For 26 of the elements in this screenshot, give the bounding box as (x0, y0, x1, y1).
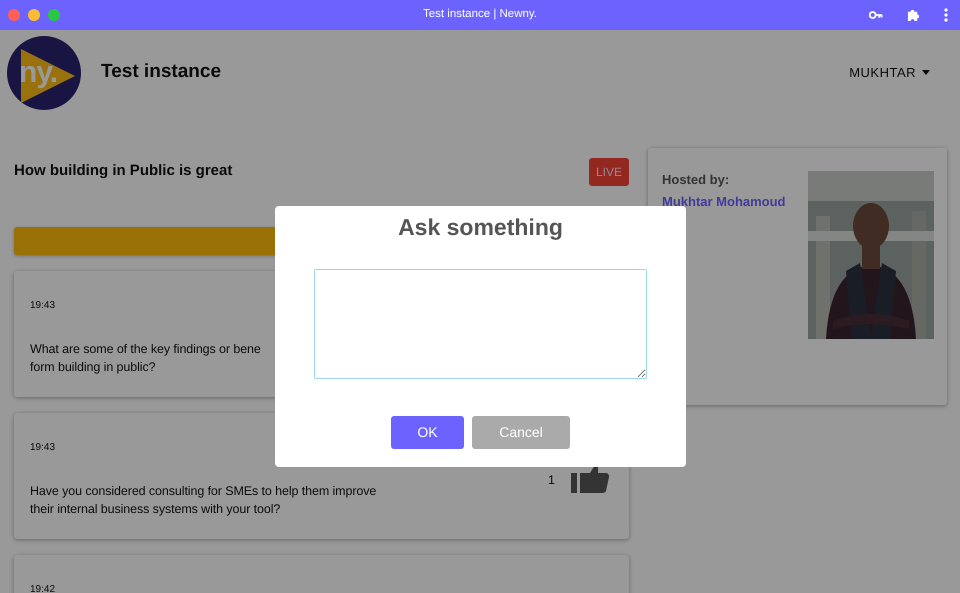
question-text-line: Have you considered consulting for SMEs to help them improve (30, 483, 378, 500)
question-text-line: their internal business systems with your tool? (30, 501, 282, 518)
logo-text: ny. (19, 54, 58, 90)
app-title: Test instance (101, 60, 222, 84)
window-title: Test instance | Newny. (423, 7, 537, 22)
cancel-button[interactable]: Cancel (472, 416, 570, 449)
thumbs-up-icon[interactable] (571, 465, 609, 493)
question-time: 19:42 (30, 583, 56, 593)
vote-count: 1 (548, 472, 555, 489)
caret-icon (922, 70, 930, 75)
dialog-title: Ask something (397, 214, 564, 242)
puzzle-icon[interactable] (907, 8, 920, 22)
key-icon[interactable] (869, 9, 883, 21)
session-title: How building in Public is great (14, 161, 232, 181)
window-minimize-button[interactable] (28, 9, 40, 21)
live-badge: LIVE (588, 158, 629, 186)
host-label: Hosted by: (662, 171, 730, 189)
host-name-link[interactable]: Mukhtar Mohamoud (662, 194, 786, 208)
more-menu-icon[interactable] (944, 8, 948, 22)
user-menu[interactable]: MUKHTAR (849, 62, 930, 82)
question-text-line: form building in public? (30, 359, 156, 376)
question-time: 19:43 (30, 441, 56, 455)
question-input-field[interactable] (314, 268, 647, 379)
question-time: 19:43 (30, 299, 56, 313)
ok-button[interactable]: OK (391, 416, 464, 449)
question-text-line: What are some of the key findings or bene (30, 341, 262, 358)
